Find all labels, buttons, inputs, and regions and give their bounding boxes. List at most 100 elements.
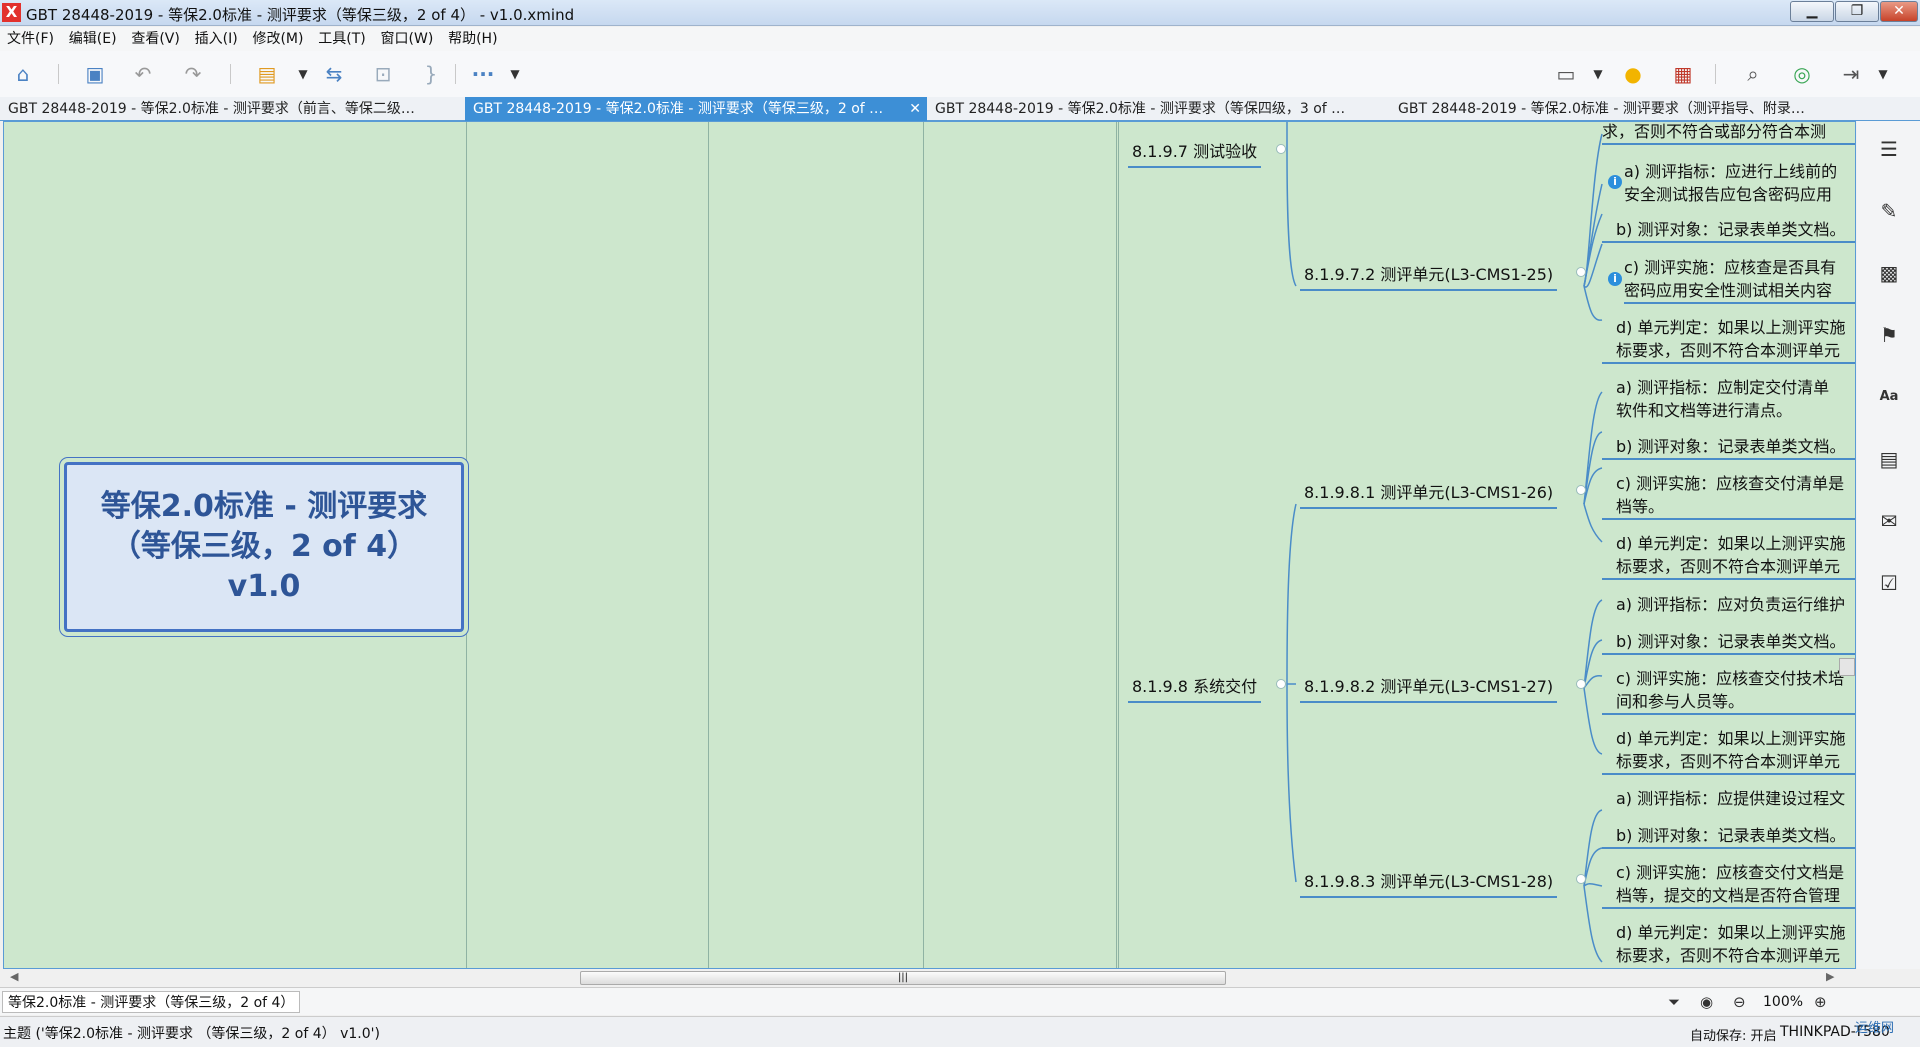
collapse-icon[interactable] (1276, 679, 1286, 689)
marker-icon[interactable]: ⚑ (1877, 323, 1901, 347)
leaf-topic[interactable]: c) 测评实施：应核查交付清单是 档等。 (1602, 472, 1855, 520)
more-dropdown-icon[interactable]: ▼ (502, 61, 528, 87)
leaf-topic[interactable]: d) 单元判定：如果以上测评实施 标要求，否则不符合本测评单元 (1602, 921, 1855, 967)
central-topic[interactable]: 等保2.0标准 - 测评要求 （等保三级，2 of 4） v1.0 (64, 462, 464, 632)
close-tab-icon[interactable]: ✕ (909, 97, 921, 121)
notes-icon[interactable]: ▤ (1877, 447, 1901, 471)
undo-icon[interactable]: ↶ (130, 61, 156, 87)
topic-81982[interactable]: 8.1.9.8.2 测评单元(L3-CMS1-27) (1300, 673, 1558, 703)
save-icon[interactable]: ▣ (82, 61, 108, 87)
leaf-text: 档等。 (1616, 497, 1665, 516)
autosave-status: 自动保存: 开启 (1690, 1029, 1777, 1044)
summary-icon[interactable]: } (418, 61, 444, 87)
sheet-tab[interactable]: 等保2.0标准 - 测评要求（等保三级，2 of 4） (2, 991, 301, 1013)
zoom-in-icon[interactable]: ⊕ (1814, 991, 1827, 1013)
comments-icon[interactable]: ✉ (1877, 509, 1901, 533)
info-icon[interactable]: i (1608, 272, 1622, 286)
tab-document-1[interactable]: GBT 28448-2019 - 等保2.0标准 - 测评要求（前言、等保二级… (0, 97, 465, 121)
collapse-icon[interactable] (1276, 144, 1286, 154)
horizontal-scrollbar[interactable]: ◀ ||| ▶ (4, 969, 1856, 987)
leaf-text: 标要求，否则不符合本测评单元 (1616, 557, 1841, 576)
menu-file[interactable]: 文件(F) (7, 27, 54, 51)
leaf-topic[interactable]: 求，否则不符合或部分符合本测 (1602, 122, 1855, 145)
leaf-topic[interactable]: d) 单元判定：如果以上测评实施 标要求，否则不符合本测评单元 (1602, 316, 1855, 364)
leaf-text: c) 测评实施：应核查交付技术培 (1616, 669, 1845, 688)
topic-8197[interactable]: 8.1.9.7 测试验收 (1128, 138, 1262, 168)
document-tabs: GBT 28448-2019 - 等保2.0标准 - 测评要求（前言、等保二级…… (0, 97, 1920, 121)
image-icon[interactable]: ▩ (1877, 261, 1901, 285)
menu-help[interactable]: 帮助(H) (448, 27, 497, 51)
home-icon[interactable]: ⌂ (10, 61, 36, 87)
topic-dropdown-icon[interactable]: ▼ (290, 61, 316, 87)
leaf-text: 安全测试报告应包含密码应用 (1624, 185, 1833, 204)
minimize-button[interactable]: ▁ (1790, 1, 1834, 22)
leaf-topic[interactable]: a) 测评指标：应进行上线前的 安全测试报告应包含密码应用 (1624, 160, 1855, 206)
topic-8198[interactable]: 8.1.9.8 系统交付 (1128, 673, 1262, 703)
outline-icon[interactable]: ☰ (1877, 137, 1901, 161)
idea-icon[interactable]: ● (1620, 61, 1646, 87)
tab-document-2[interactable]: GBT 28448-2019 - 等保2.0标准 - 测评要求（等保三级，2 o… (465, 97, 927, 121)
menu-insert[interactable]: 插入(I) (195, 27, 238, 51)
collapse-icon[interactable] (1576, 679, 1586, 689)
search-icon[interactable]: ⌕ (1740, 61, 1766, 87)
leaf-topic[interactable]: d) 单元判定：如果以上测评实施 标要求，否则不符合本测评单元 (1602, 532, 1855, 580)
eye-icon[interactable]: ◉ (1700, 991, 1713, 1013)
close-window-button[interactable]: ✕ (1880, 1, 1918, 22)
redo-icon[interactable]: ↷ (180, 61, 206, 87)
menu-modify[interactable]: 修改(M) (252, 27, 303, 51)
topic-81972[interactable]: 8.1.9.7.2 测评单元(L3-CMS1-25) (1300, 261, 1558, 291)
topic-icon[interactable]: ▤ (254, 61, 280, 87)
collapse-icon[interactable] (1576, 485, 1586, 495)
leaf-text: c) 测评实施：应核查交付清单是 (1616, 474, 1845, 493)
scroll-left-icon[interactable]: ◀ (10, 970, 18, 983)
scroll-right-icon[interactable]: ▶ (1826, 970, 1834, 983)
status-topic: 主题 ('等保2.0标准 - 测评要求 （等保三级，2 of 4） v1.0') (3, 1026, 380, 1042)
task-icon[interactable]: ☑ (1877, 571, 1901, 595)
title-bar: X GBT 28448-2019 - 等保2.0标准 - 测评要求（等保三级，2… (0, 0, 1920, 26)
leaf-topic[interactable]: c) 测评实施：应核查交付技术培 间和参与人员等。 (1602, 667, 1855, 715)
menu-window[interactable]: 窗口(W) (381, 27, 434, 51)
vertical-scroll-thumb[interactable] (1839, 658, 1855, 676)
topic-label: 8.1.9.7.2 测评单元(L3-CMS1-25) (1304, 265, 1554, 284)
leaf-topic[interactable]: b) 测评对象：记录表单类文档。 (1602, 630, 1855, 655)
leaf-topic[interactable]: c) 测评实施：应核查是否具有 密码应用安全性测试相关内容 (1624, 256, 1855, 304)
relationship-icon[interactable]: ⇆ (321, 61, 347, 87)
export-dropdown-icon[interactable]: ▼ (1870, 61, 1896, 87)
more-icon[interactable]: ··· (470, 61, 496, 87)
leaf-topic[interactable]: a) 测评指标：应制定交付清单 软件和文档等进行清点。 (1602, 376, 1855, 422)
leaf-topic[interactable]: d) 单元判定：如果以上测评实施 标要求，否则不符合本测评单元 (1602, 727, 1855, 775)
mindmap-canvas[interactable]: 等保2.0标准 - 测评要求 （等保三级，2 of 4） v1.0 8.1.9.… (3, 121, 1856, 969)
collapse-icon[interactable] (1576, 874, 1586, 884)
leaf-topic[interactable]: b) 测评对象：记录表单类文档。 (1602, 435, 1855, 460)
topic-81983[interactable]: 8.1.9.8.3 测评单元(L3-CMS1-28) (1300, 868, 1558, 898)
leaf-text: c) 测评实施：应核查交付文档是 (1616, 863, 1845, 882)
share-icon[interactable]: ◎ (1789, 61, 1815, 87)
boundary-icon[interactable]: ⊡ (370, 61, 396, 87)
leaf-topic[interactable]: b) 测评对象：记录表单类文档。 (1602, 218, 1855, 243)
toolbar: ⌂ ▣ ↶ ↷ ▤ ▼ ⇆ ⊡ } ··· ▼ ▭ ▼ ● ▦ ⌕ ◎ ⇥ ▼ (0, 51, 1920, 97)
leaf-text: b) 测评对象：记录表单类文档。 (1616, 437, 1846, 456)
leaf-topic[interactable]: a) 测评指标：应提供建设过程文 (1602, 787, 1855, 810)
horizontal-scroll-thumb[interactable]: ||| (580, 971, 1226, 985)
export-icon[interactable]: ⇥ (1838, 61, 1864, 87)
info-icon[interactable]: i (1608, 175, 1622, 189)
menu-edit[interactable]: 编辑(E) (69, 27, 117, 51)
text-style-icon[interactable]: Aa (1877, 385, 1901, 409)
leaf-topic[interactable]: b) 测评对象：记录表单类文档。 (1602, 824, 1855, 849)
presentation-dropdown-icon[interactable]: ▼ (1585, 61, 1611, 87)
maximize-button[interactable]: ❐ (1835, 1, 1879, 22)
tab-document-3[interactable]: GBT 28448-2019 - 等保2.0标准 - 测评要求（等保四级，3 o… (927, 97, 1390, 121)
leaf-text: 密码应用安全性测试相关内容 (1624, 281, 1833, 300)
tab-document-4[interactable]: GBT 28448-2019 - 等保2.0标准 - 测评要求（测评指导、附录… (1390, 97, 1855, 121)
leaf-topic[interactable]: c) 测评实施：应核查交付文档是 档等，提交的文档是否符合管理 (1602, 861, 1855, 909)
gantt-icon[interactable]: ▦ (1670, 61, 1696, 87)
presentation-icon[interactable]: ▭ (1553, 61, 1579, 87)
menu-tools[interactable]: 工具(T) (318, 27, 365, 51)
format-icon[interactable]: ✎ (1877, 199, 1901, 223)
topic-81981[interactable]: 8.1.9.8.1 测评单元(L3-CMS1-26) (1300, 479, 1558, 509)
zoom-out-icon[interactable]: ⊖ (1733, 991, 1746, 1013)
menu-view[interactable]: 查看(V) (131, 27, 180, 51)
collapse-icon[interactable] (1576, 267, 1586, 277)
filter-icon[interactable]: ⏷ (1668, 991, 1680, 1013)
leaf-topic[interactable]: a) 测评指标：应对负责运行维护 (1602, 593, 1855, 616)
